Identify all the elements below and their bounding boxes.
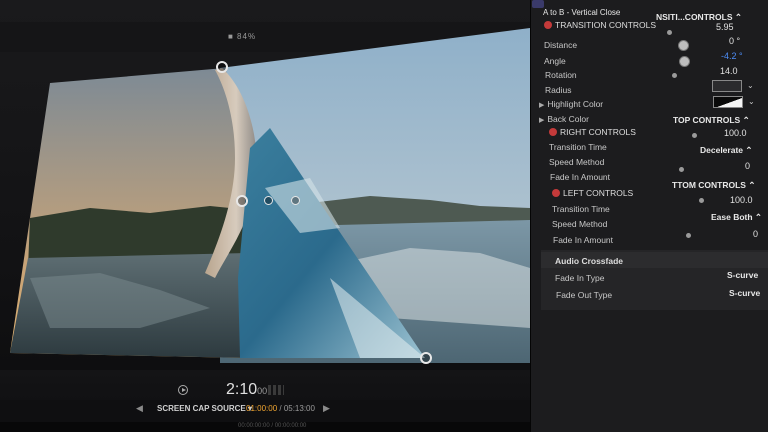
source-selector[interactable]: SCREEN CAP SOURCE ▾ bbox=[157, 404, 252, 413]
highlight-color-swatch[interactable] bbox=[712, 80, 742, 92]
left-transition-time-label: Transition Time bbox=[552, 204, 610, 214]
previous-arrow-icon[interactable]: ◀ bbox=[136, 403, 143, 414]
timecode-frames: 00 bbox=[257, 386, 268, 396]
timeline-timecode: 00:00:00:00 / 00:00:00:00 bbox=[238, 423, 307, 429]
distance-value[interactable]: 5.95 bbox=[716, 22, 734, 32]
reset-icon[interactable] bbox=[544, 21, 552, 29]
angle-value[interactable]: 0 ° bbox=[729, 36, 740, 46]
left-fade-in-label: Fade In Amount bbox=[553, 235, 614, 245]
angle-knob[interactable] bbox=[678, 40, 689, 51]
back-color-label: Back Color bbox=[547, 114, 589, 124]
left-transition-time-slider[interactable] bbox=[699, 198, 704, 203]
audio-crossfade-header[interactable]: Audio Crossfade bbox=[555, 256, 623, 266]
right-fade-in-slider[interactable] bbox=[679, 167, 684, 172]
left-speed-method-label: Speed Method bbox=[552, 219, 608, 229]
next-arrow-icon[interactable]: ▶ bbox=[323, 403, 330, 414]
source-time-current: 01:00:00 bbox=[246, 404, 278, 413]
transition-controls-label: TRANSITION CONTROLS bbox=[555, 20, 657, 30]
angle-label: Angle bbox=[544, 56, 566, 66]
radius-value[interactable]: 14.0 bbox=[720, 66, 738, 76]
highlight-color-row[interactable]: ▶ Highlight Color bbox=[539, 99, 603, 109]
transform-handle-bottom[interactable] bbox=[420, 352, 432, 364]
play-icon[interactable] bbox=[178, 385, 188, 395]
audio-level-icon bbox=[268, 385, 284, 395]
right-controls-label: RIGHT CONTROLS bbox=[560, 127, 636, 137]
left-controls-label: LEFT CONTROLS bbox=[563, 188, 634, 198]
source-time: 01:00:00 / 05:13:00 bbox=[246, 404, 315, 413]
inspector-title: A to B - Vertical Close bbox=[543, 8, 621, 17]
radius-label: Radius bbox=[545, 85, 572, 95]
highlight-color-label: Highlight Color bbox=[547, 99, 604, 109]
left-controls-dropdown[interactable]: TTOM CONTROLS ⌃ bbox=[672, 180, 755, 191]
radius-slider[interactable] bbox=[672, 73, 677, 78]
left-controls-header[interactable]: LEFT CONTROLS bbox=[552, 188, 633, 198]
right-fade-in-label: Fade In Amount bbox=[550, 172, 611, 182]
back-color-swatch[interactable] bbox=[713, 96, 743, 108]
timecode-main: 2:10 bbox=[226, 381, 258, 398]
reset-icon[interactable] bbox=[552, 189, 560, 197]
rotation-label: Rotation bbox=[545, 70, 577, 80]
fade-in-type-label: Fade In Type bbox=[555, 273, 605, 283]
transform-handle-center[interactable] bbox=[236, 195, 248, 207]
right-transition-time-label: Transition Time bbox=[549, 142, 607, 152]
distance-slider[interactable] bbox=[667, 30, 672, 35]
right-controls-header[interactable]: RIGHT CONTROLS bbox=[549, 127, 636, 137]
right-controls-dropdown[interactable]: TOP CONTROLS ⌃ bbox=[673, 115, 750, 126]
right-speed-method-label: Speed Method bbox=[549, 157, 605, 167]
right-transition-time-slider[interactable] bbox=[692, 133, 697, 138]
disclosure-triangle-icon[interactable]: ▶ bbox=[539, 117, 544, 124]
transition-controls-header[interactable]: TRANSITION CONTROLS bbox=[544, 20, 656, 30]
transform-handle-mid-right[interactable] bbox=[291, 196, 300, 205]
source-time-total: 05:13:00 bbox=[283, 404, 315, 413]
left-fade-in-value[interactable]: 0 bbox=[753, 229, 758, 239]
disclosure-triangle-icon[interactable]: ▶ bbox=[539, 102, 544, 109]
reset-icon[interactable] bbox=[549, 128, 557, 136]
left-speed-method-dropdown[interactable]: Ease Both ⌃ bbox=[711, 212, 762, 223]
back-color-chevron-icon[interactable]: ⌄ bbox=[748, 97, 755, 106]
viewer-panel: ■ 84% bbox=[0, 0, 545, 432]
inspector-tab-icon[interactable] bbox=[532, 0, 544, 8]
left-transition-time-value[interactable]: 100.0 bbox=[730, 195, 753, 205]
source-time-sep: / bbox=[277, 404, 284, 413]
fade-in-type-dropdown[interactable]: S-curve bbox=[727, 270, 758, 280]
fade-out-type-dropdown[interactable]: S-curve bbox=[729, 288, 760, 298]
rotation-value[interactable]: -4.2 ° bbox=[721, 51, 743, 61]
distance-label: Distance bbox=[544, 40, 578, 50]
fade-out-type-label: Fade Out Type bbox=[556, 290, 613, 300]
back-color-row[interactable]: ▶ Back Color bbox=[539, 114, 589, 124]
transform-handle-top[interactable] bbox=[216, 61, 228, 73]
rotation-knob[interactable] bbox=[679, 56, 690, 67]
right-speed-method-dropdown[interactable]: Decelerate ⌃ bbox=[700, 145, 753, 156]
transform-handle-mid[interactable] bbox=[264, 196, 273, 205]
timecode-display[interactable]: 2:1000 bbox=[226, 381, 267, 399]
left-fade-in-slider[interactable] bbox=[686, 233, 691, 238]
right-fade-in-value[interactable]: 0 bbox=[745, 161, 750, 171]
right-transition-time-value[interactable]: 100.0 bbox=[724, 128, 747, 138]
highlight-color-chevron-icon[interactable]: ⌄ bbox=[747, 81, 754, 90]
